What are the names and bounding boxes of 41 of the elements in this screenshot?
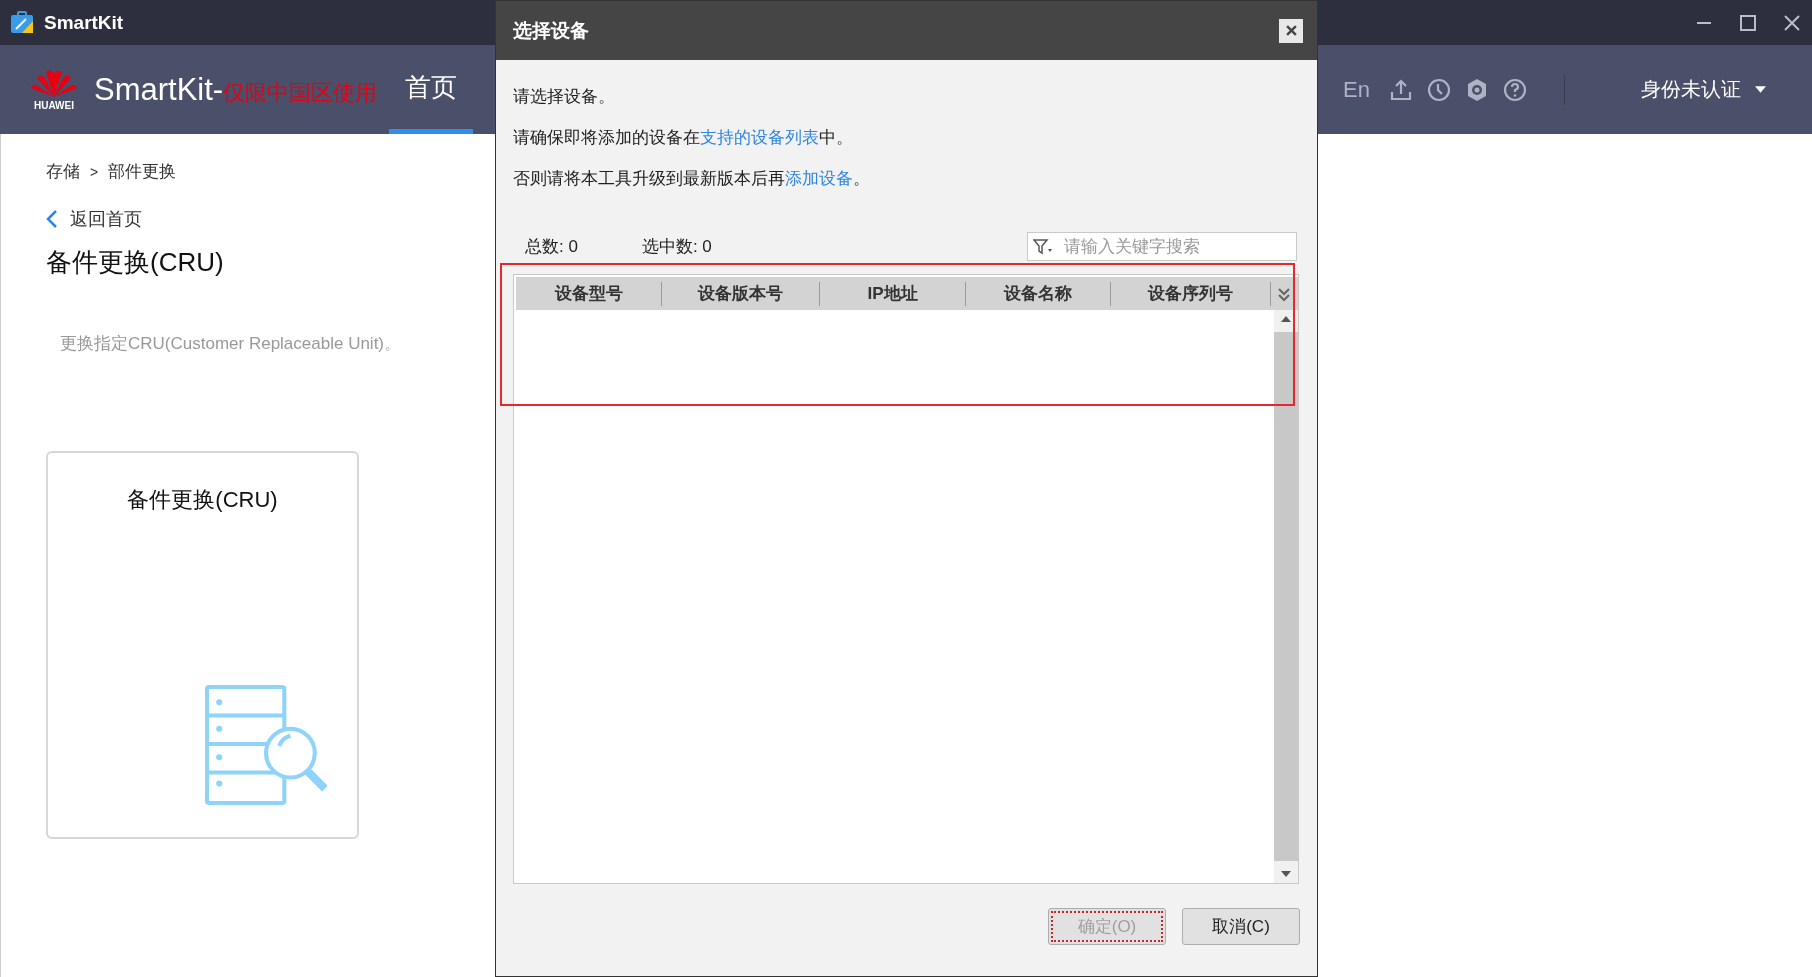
column-header[interactable]: IP地址 <box>820 281 966 306</box>
server-search-icon <box>205 685 327 807</box>
selected-count: 选中数: 0 <box>641 236 712 258</box>
search-field[interactable]: 请输入关键字搜索 <box>1027 232 1297 261</box>
clock-icon[interactable] <box>1427 77 1451 102</box>
close-icon[interactable] <box>1285 25 1297 36</box>
nav-tab[interactable]: 首页 <box>389 45 474 134</box>
total-count: 总数: 0 <box>525 236 578 258</box>
window-title: SmartKit <box>44 11 124 34</box>
feature-card[interactable]: 备件更换(CRU) <box>46 451 359 839</box>
column-header[interactable]: 设备版本号 <box>662 281 820 306</box>
breadcrumb-item[interactable]: 存储 <box>46 160 80 183</box>
cancel-button[interactable]: 取消(C) <box>1182 908 1300 945</box>
app-brand: SmartKit-仅限中国区使用 <box>94 71 378 108</box>
help-icon[interactable] <box>1503 77 1527 102</box>
column-header[interactable]: 设备名称 <box>966 281 1111 306</box>
user-menu[interactable]: 身份未认证 <box>1635 75 1772 104</box>
column-header[interactable]: 设备序列号 <box>1111 281 1271 306</box>
dialog-title: 选择设备 <box>513 18 590 43</box>
language-toggle[interactable]: En <box>1343 76 1370 103</box>
breadcrumb-item[interactable]: 部件更换 <box>108 160 177 183</box>
upload-icon[interactable] <box>1389 77 1413 102</box>
scroll-down-icon[interactable] <box>1281 871 1291 877</box>
close-button[interactable] <box>1279 18 1303 43</box>
scrollbar[interactable] <box>1274 310 1298 883</box>
scroll-up-icon[interactable] <box>1281 316 1291 322</box>
breadcrumb-separator: > <box>90 163 99 180</box>
caret-icon[interactable] <box>1755 86 1766 93</box>
double-chevron-icon[interactable] <box>1277 285 1291 302</box>
page-description: 更换指定CRU(Customer Replaceable Unit)。 <box>60 333 403 355</box>
maximize-icon[interactable] <box>1738 12 1758 33</box>
settings-icon[interactable] <box>1465 77 1489 102</box>
column-header[interactable]: 设备型号 <box>516 281 662 306</box>
filter-icon[interactable] <box>1033 239 1053 255</box>
instruction-text: 请选择设备。 <box>513 86 616 108</box>
page-title: 备件更换(CRU) <box>46 246 225 279</box>
toolbox-icon <box>10 10 34 35</box>
instruction-text: 否则请将本工具升级到最新版本后再添加设备。 <box>513 168 871 190</box>
close-icon[interactable] <box>1782 12 1802 33</box>
instruction-text: 请确保即将添加的设备在支持的设备列表中。 <box>513 127 854 149</box>
back-link[interactable]: 返回首页 <box>70 207 142 231</box>
